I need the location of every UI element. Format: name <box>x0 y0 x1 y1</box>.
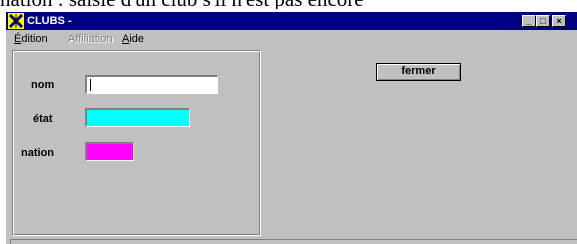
minimize-icon: _ <box>526 16 532 26</box>
form-panel-inner: nom état nation <box>13 51 260 235</box>
menu-bar: Édition Affiliation Aide <box>6 30 577 47</box>
nom-input[interactable] <box>85 75 218 94</box>
status-bar <box>10 239 577 244</box>
menu-edition[interactable]: Édition <box>14 33 48 45</box>
close-icon: × <box>556 16 562 26</box>
nation-label: nation <box>21 147 54 159</box>
clubs-app-icon <box>8 13 24 29</box>
title-bar[interactable]: CLUBS - _ □ × <box>6 12 577 30</box>
nation-field[interactable] <box>85 142 134 161</box>
fermer-button[interactable]: fermer <box>376 63 461 81</box>
close-window-button[interactable]: × <box>552 15 566 27</box>
maximize-button[interactable]: □ <box>536 15 550 27</box>
etat-field[interactable] <box>85 108 190 127</box>
etat-label: état <box>33 113 53 125</box>
text-caret <box>90 79 91 91</box>
page-caption: nation : saisie d'un club s'il n'est pas… <box>0 0 577 9</box>
nom-label: nom <box>31 79 55 91</box>
menu-aide[interactable]: Aide <box>122 33 144 45</box>
menu-affiliation[interactable]: Affiliation <box>68 33 112 45</box>
minimize-button[interactable]: _ <box>522 15 536 27</box>
window-title: CLUBS - <box>27 15 72 27</box>
maximize-icon: □ <box>540 16 546 26</box>
clubs-window: CLUBS - _ □ × Édition Affiliation Aide n… <box>6 12 577 244</box>
form-panel: nom état nation <box>12 50 261 236</box>
